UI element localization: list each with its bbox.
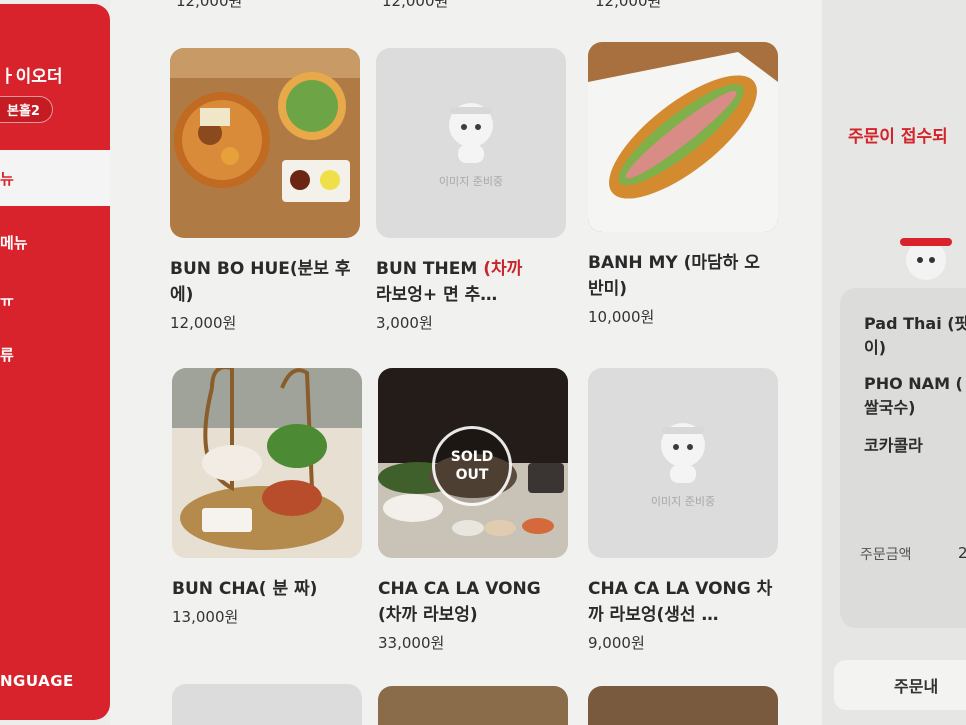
previous-row-price: 12,000원 <box>382 0 449 10</box>
menu-item-card[interactable]: BUN CHA( 분 짜) 13,000원 <box>172 368 362 627</box>
menu-item-price: 12,000원 <box>170 314 237 332</box>
menu-item-card[interactable]: BUN BO HUE(분보 후에) 12,000원 <box>170 48 360 333</box>
menu-item-card[interactable]: BANH MY (마담하 오 반미) 10,000원 <box>588 42 778 327</box>
table-badge: 본홀2 <box>0 96 53 123</box>
menu-item-card-partial[interactable] <box>172 684 362 725</box>
menu-item-image <box>170 48 360 238</box>
menu-item-image: SOLD OUT <box>378 368 568 558</box>
menu-item-image-placeholder: 이미지 준비중 <box>588 368 778 558</box>
sold-out-badge: SOLD OUT <box>432 426 512 506</box>
sidebar-item-category-1[interactable]: 뉴 <box>0 150 110 206</box>
sidebar-item-category-2[interactable]: 메뉴 <box>0 214 110 270</box>
menu-item-price: 10,000원 <box>588 308 655 326</box>
menu-item-name: CHA CA LA VONG (차까 라보엉) <box>378 579 541 625</box>
placeholder-text: 이미지 준비중 <box>650 495 716 508</box>
order-item-line: 쌀국수) <box>864 398 916 417</box>
order-panel: 주문이 접수되 Pad Thai (팟 이) PHO NAM ( 쌀국수) 코카… <box>822 0 966 725</box>
menu-item-card[interactable]: 이미지 준비중 CHA CA LA VONG 차까 라보엉(생선 … 9,000… <box>588 368 778 653</box>
menu-item-name: BANH MY (마담하 오 반미) <box>588 253 760 299</box>
menu-item-name: BUN BO HUE(분보 후에) <box>170 259 351 305</box>
language-button[interactable]: NGUAGE <box>0 672 74 690</box>
order-item-line: 이) <box>864 338 887 357</box>
brand-name: ㅏ이오더 <box>0 67 63 87</box>
previous-row-price: 12,000원 <box>176 0 243 10</box>
category-sidebar: ㅏ이오더 본홀2 뉴 메뉴 ㅠ 류 NGUAGE <box>0 4 110 720</box>
mascot-placeholder-icon <box>449 103 493 163</box>
menu-item-price: 3,000원 <box>376 314 433 332</box>
mascot-placeholder-icon <box>661 423 705 483</box>
menu-item-card-partial[interactable] <box>378 686 568 725</box>
menu-item-image <box>588 42 778 232</box>
menu-item-image-placeholder: 이미지 준비중 <box>376 48 566 238</box>
menu-item-card-partial[interactable] <box>588 686 778 725</box>
order-status-message: 주문이 접수되 <box>848 127 948 147</box>
placeholder-text: 이미지 준비중 <box>438 175 504 188</box>
menu-item-name: CHA CA LA VONG 차까 라보엉(생선 … <box>588 579 773 625</box>
menu-item-price: 13,000원 <box>172 608 239 626</box>
menu-item-price: 9,000원 <box>588 634 645 652</box>
menu-item-image <box>172 368 362 558</box>
sidebar-item-category-4[interactable]: 류 <box>0 326 110 382</box>
menu-item-card[interactable]: SOLD OUT CHA CA LA VONG (차까 라보엉) 33,000원 <box>378 368 568 653</box>
order-summary: Pad Thai (팟 이) PHO NAM ( 쌀국수) 코카콜라 주문금액 … <box>840 288 966 628</box>
menu-grid: 12,000원 12,000원 12,000원 BUN BO HUE(분보 후에… <box>110 0 822 725</box>
previous-row-price: 12,000원 <box>595 0 662 10</box>
menu-item-name: BUN THEM (차까 라보엉+ 면 추… <box>376 259 523 305</box>
order-total-label: 주문금액 <box>860 547 912 563</box>
order-item-line: PHO NAM ( <box>864 374 963 393</box>
menu-item-card[interactable]: 이미지 준비중 BUN THEM (차까 라보엉+ 면 추… 3,000원 <box>376 48 566 333</box>
menu-item-name: BUN CHA( 분 짜) <box>172 579 318 599</box>
order-item-line: Pad Thai (팟 <box>864 314 966 333</box>
sidebar-item-category-3[interactable]: ㅠ <box>0 272 110 328</box>
order-total-value: 2 <box>958 544 966 562</box>
menu-item-price: 33,000원 <box>378 634 445 652</box>
mascot-icon <box>900 238 952 280</box>
order-history-button[interactable]: 주문내 <box>834 660 966 710</box>
order-item-line: 코카콜라 <box>864 436 923 455</box>
